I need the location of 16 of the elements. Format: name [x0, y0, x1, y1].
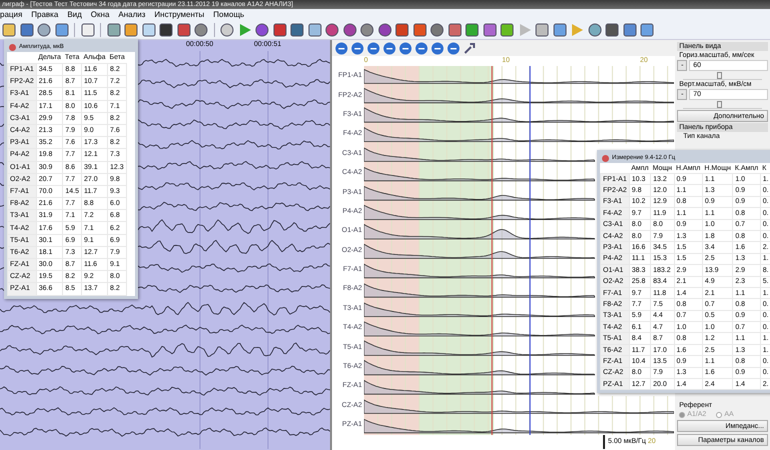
scale-bar-icon [602, 434, 606, 449]
menu-item[interactable]: Помощь [213, 9, 244, 21]
play-icon[interactable] [238, 23, 252, 37]
menu-item[interactable]: Правка [31, 9, 58, 21]
minus-icon[interactable] [383, 42, 396, 54]
menu-item[interactable]: рация [0, 9, 22, 21]
slider-thumb[interactable] [717, 72, 722, 79]
menu-item[interactable]: Вид [67, 9, 82, 21]
slider-thumb[interactable] [717, 101, 722, 108]
app-icon [9, 44, 16, 50]
app-icon [602, 154, 609, 162]
menu-item[interactable]: Анализ [118, 9, 146, 21]
menu-item[interactable]: Окна [90, 9, 110, 21]
menu-item[interactable]: Инструменты [154, 9, 204, 21]
circle-icon[interactable] [194, 23, 208, 37]
minus-icon[interactable] [367, 42, 380, 54]
